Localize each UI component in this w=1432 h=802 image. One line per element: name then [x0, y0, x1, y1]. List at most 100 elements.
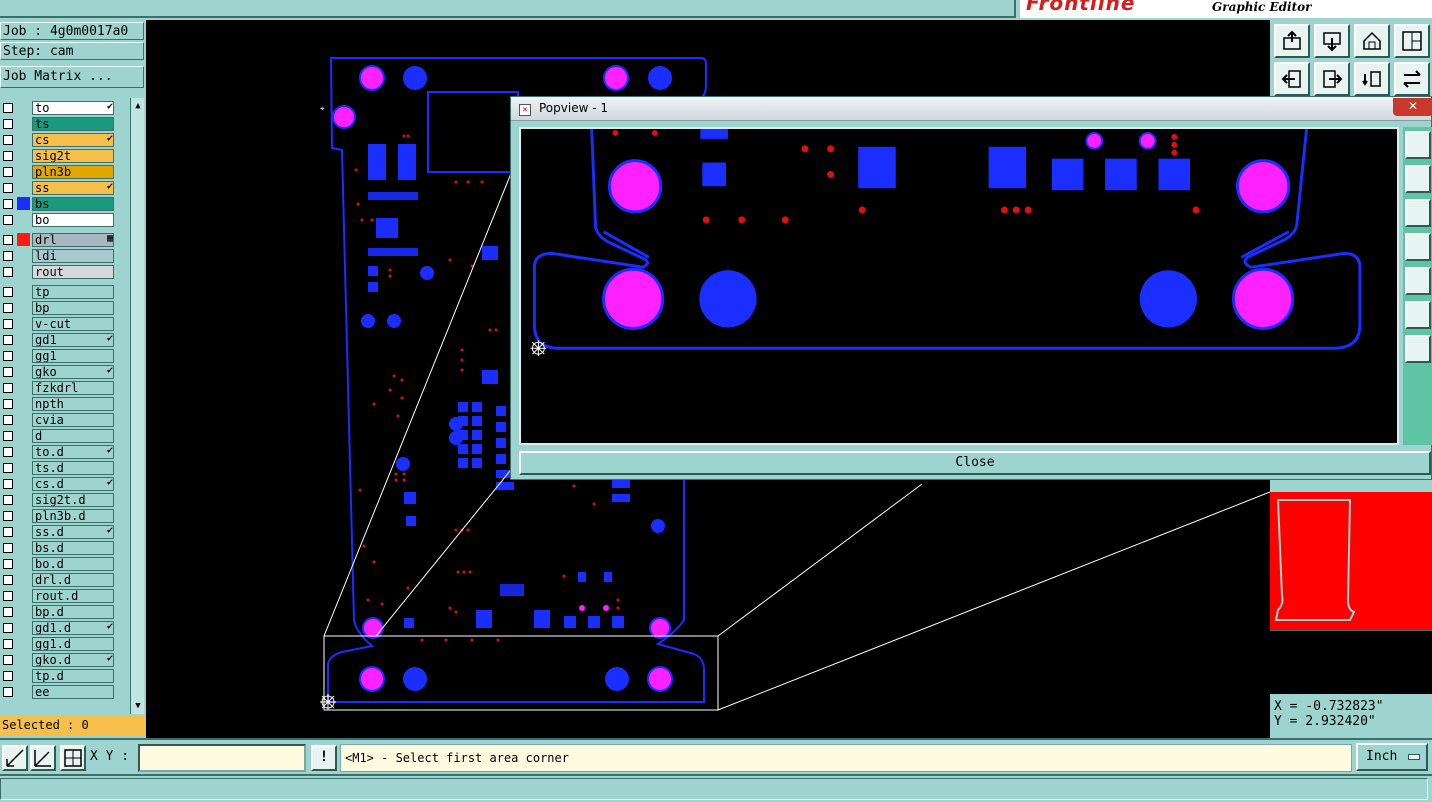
- units-dropdown[interactable]: Inch: [1356, 743, 1428, 771]
- layer-name[interactable]: cs: [32, 133, 114, 147]
- layer-row[interactable]: cs ✔: [0, 132, 116, 148]
- layer-checkbox[interactable]: [3, 287, 13, 297]
- layer-name[interactable]: ss: [32, 181, 114, 195]
- layer-checkbox[interactable]: [3, 399, 13, 409]
- layer-name[interactable]: tp.d: [32, 669, 114, 683]
- layer-checkbox[interactable]: [3, 495, 13, 505]
- layer-checkbox[interactable]: [3, 431, 13, 441]
- layer-name[interactable]: cvia: [32, 413, 114, 427]
- layer-row[interactable]: gg1.d: [0, 636, 116, 652]
- layer-name[interactable]: bp: [32, 301, 114, 315]
- pan-left-icon[interactable]: [1405, 233, 1431, 261]
- layer-row[interactable]: sig2t.d: [0, 492, 116, 508]
- zoom-in-icon[interactable]: [1314, 24, 1350, 58]
- layer-name[interactable]: gg1.d: [32, 637, 114, 651]
- layer-name[interactable]: rout: [32, 265, 114, 279]
- layer-name[interactable]: drl: [32, 233, 114, 247]
- layer-row[interactable]: bo: [0, 212, 116, 228]
- layer-name[interactable]: drl.d: [32, 573, 114, 587]
- layer-checkbox[interactable]: [3, 135, 13, 145]
- layer-row[interactable]: drl.d: [0, 572, 116, 588]
- layer-row[interactable]: gd1.d ✔: [0, 620, 116, 636]
- layer-row[interactable]: gko.d ✔: [0, 652, 116, 668]
- layer-row[interactable]: bs: [0, 196, 116, 212]
- layer-row[interactable]: to.d ✔: [0, 444, 116, 460]
- window-view-icon[interactable]: [1394, 24, 1430, 58]
- layer-name[interactable]: bo: [32, 213, 114, 227]
- layer-row[interactable]: sig2t: [0, 148, 116, 164]
- layer-name[interactable]: bp.d: [32, 605, 114, 619]
- layer-checkbox[interactable]: [3, 527, 13, 537]
- layer-checkbox[interactable]: [3, 367, 13, 377]
- layer-checkbox[interactable]: [3, 167, 13, 177]
- layer-checkbox[interactable]: [3, 303, 13, 313]
- layer-row[interactable]: pln3b.d: [0, 508, 116, 524]
- layer-row[interactable]: ldi: [0, 248, 116, 264]
- layer-checkbox[interactable]: [3, 511, 13, 521]
- pan-right-icon[interactable]: [1405, 267, 1431, 295]
- popview-canvas[interactable]: [519, 127, 1399, 445]
- layer-row[interactable]: tp: [0, 284, 116, 300]
- alert-icon[interactable]: !: [311, 745, 337, 771]
- layer-name[interactable]: cs.d: [32, 477, 114, 491]
- layer-checkbox[interactable]: [3, 543, 13, 553]
- layer-row[interactable]: npth: [0, 396, 116, 412]
- layer-row[interactable]: ts: [0, 116, 116, 132]
- layer-row[interactable]: gg1: [0, 348, 116, 364]
- popview-titlebar[interactable]: ✕ Popview - 1 ✕: [511, 97, 1432, 121]
- layer-row[interactable]: to ✔: [0, 100, 116, 116]
- scroll-down-icon[interactable]: ▼: [132, 700, 144, 712]
- layer-name[interactable]: ts.d: [32, 461, 114, 475]
- layer-checkbox[interactable]: [3, 591, 13, 601]
- copy-view-icon[interactable]: [1405, 131, 1431, 159]
- layer-checkbox[interactable]: [3, 103, 13, 113]
- layer-row[interactable]: pln3b: [0, 164, 116, 180]
- layer-checkbox[interactable]: [3, 251, 13, 261]
- home-view-icon[interactable]: [1354, 24, 1390, 58]
- layer-name[interactable]: d: [32, 429, 114, 443]
- pan-left-icon[interactable]: [1274, 62, 1310, 96]
- xy-input[interactable]: [138, 744, 306, 772]
- layer-row[interactable]: rout: [0, 264, 116, 280]
- layer-row[interactable]: bo.d: [0, 556, 116, 572]
- layer-checkbox[interactable]: [3, 655, 13, 665]
- layer-name[interactable]: bs.d: [32, 541, 114, 555]
- layer-name[interactable]: gg1: [32, 349, 114, 363]
- layer-name[interactable]: sig2t.d: [32, 493, 114, 507]
- layer-checkbox[interactable]: [3, 267, 13, 277]
- layer-row[interactable]: cs.d ✔: [0, 476, 116, 492]
- layer-row[interactable]: bp.d: [0, 604, 116, 620]
- layer-checkbox[interactable]: [3, 559, 13, 569]
- layer-checkbox[interactable]: [3, 639, 13, 649]
- layer-row[interactable]: d: [0, 428, 116, 444]
- layer-row[interactable]: v-cut: [0, 316, 116, 332]
- layer-checkbox[interactable]: [3, 687, 13, 697]
- layer-checkbox[interactable]: [3, 623, 13, 633]
- grid-icon[interactable]: [60, 745, 86, 771]
- layer-row[interactable]: gd1 ✔: [0, 332, 116, 348]
- layer-name[interactable]: sig2t: [32, 149, 114, 163]
- layer-checkbox[interactable]: [3, 351, 13, 361]
- mini-map[interactable]: [1270, 492, 1432, 630]
- layer-row[interactable]: ts.d: [0, 460, 116, 476]
- layer-checkbox[interactable]: [3, 215, 13, 225]
- layer-name[interactable]: gd1.d: [32, 621, 114, 635]
- layer-color-swatch[interactable]: [17, 197, 30, 210]
- layer-checkbox[interactable]: [3, 119, 13, 129]
- zoom-in-icon[interactable]: [1405, 199, 1431, 227]
- layer-checkbox[interactable]: [3, 463, 13, 473]
- layer-name[interactable]: ee: [32, 685, 114, 699]
- layer-scrollbar[interactable]: ▲ ▼: [130, 98, 144, 714]
- layer-checkbox[interactable]: [3, 383, 13, 393]
- layer-checkbox[interactable]: [3, 479, 13, 489]
- move-view-icon[interactable]: [1405, 335, 1431, 363]
- layer-name[interactable]: bs: [32, 197, 114, 211]
- layer-name[interactable]: fzkdrl: [32, 381, 114, 395]
- layer-checkbox[interactable]: [3, 319, 13, 329]
- layer-row[interactable]: fzkdrl: [0, 380, 116, 396]
- layer-name[interactable]: to: [32, 101, 114, 115]
- layer-name[interactable]: npth: [32, 397, 114, 411]
- layer-checkbox[interactable]: [3, 447, 13, 457]
- popview-window[interactable]: ✕ Popview - 1 ✕ Close: [510, 96, 1432, 480]
- layer-row[interactable]: rout.d: [0, 588, 116, 604]
